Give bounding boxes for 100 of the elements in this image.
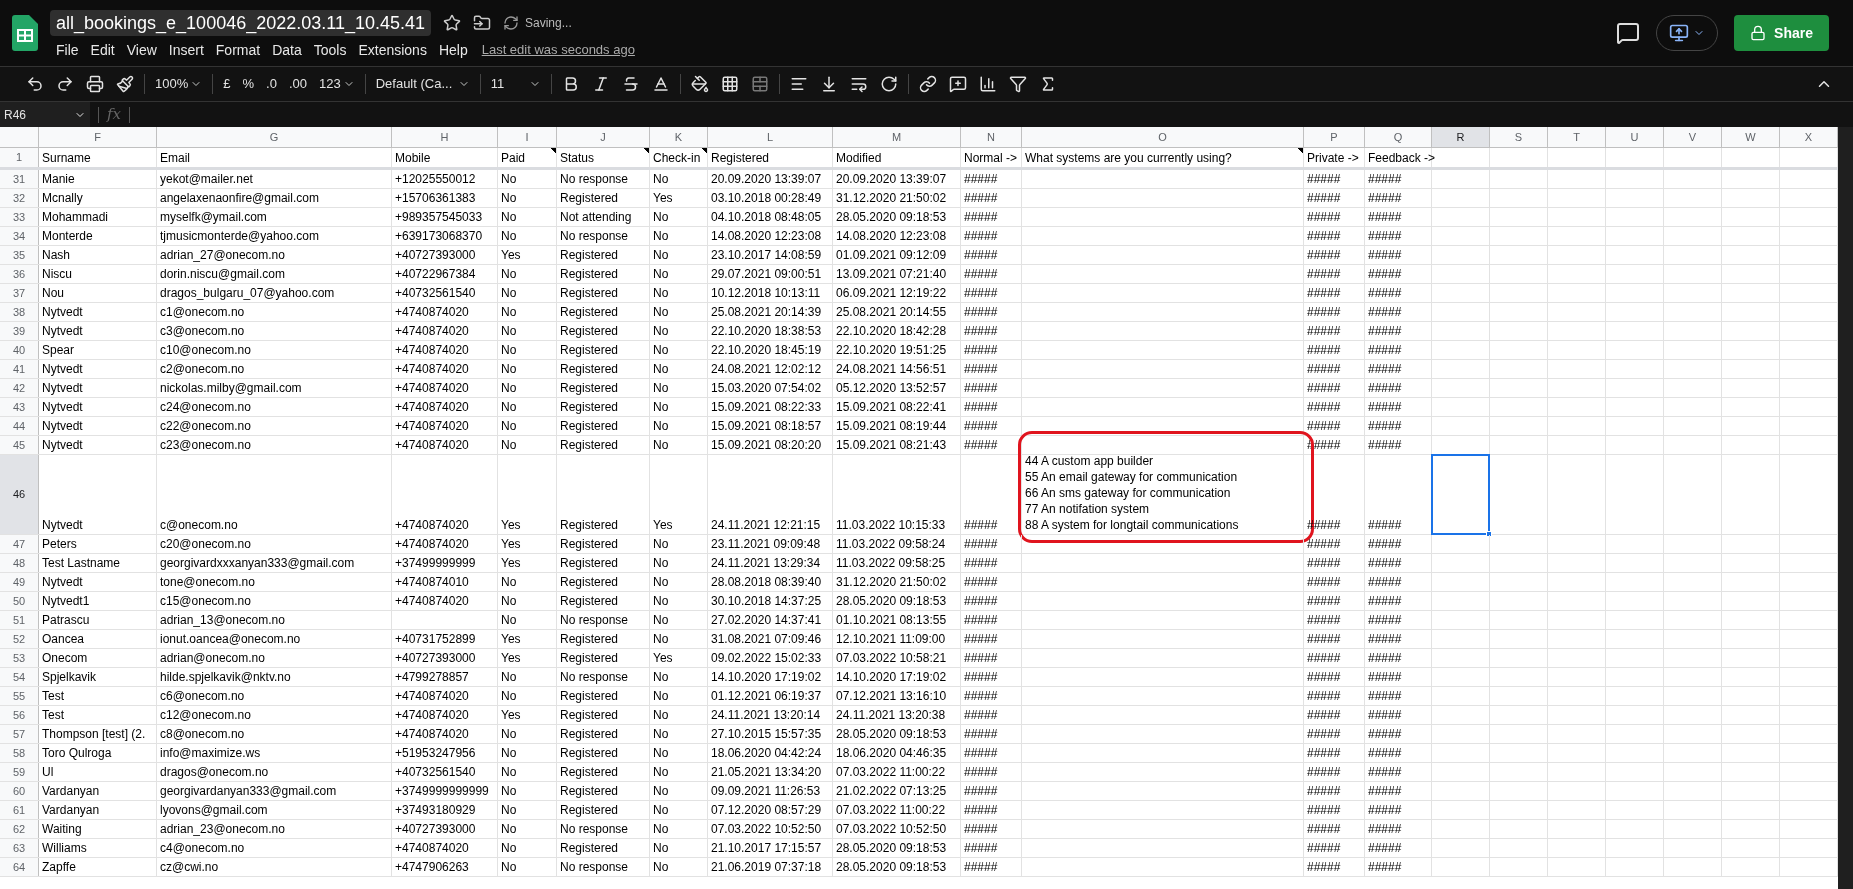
table-cell-text: +51953247956 [394, 745, 477, 762]
row-header[interactable]: 38 [0, 303, 39, 321]
link-icon[interactable] [918, 75, 937, 93]
currency-format-button[interactable]: £ [217, 70, 237, 98]
row-header[interactable]: 35 [0, 246, 39, 264]
row-header[interactable]: 49 [0, 573, 39, 591]
merge-cells-icon[interactable] [750, 75, 769, 93]
row-header[interactable]: 51 [0, 611, 39, 629]
row-header[interactable]: 62 [0, 820, 39, 838]
row-header[interactable]: 63 [0, 839, 39, 857]
row-header[interactable]: 41 [0, 360, 39, 378]
row-header[interactable]: 37 [0, 284, 39, 302]
star-icon[interactable] [443, 14, 461, 32]
strikethrough-icon[interactable] [621, 75, 640, 93]
print-icon[interactable] [86, 75, 104, 93]
comments-icon[interactable] [1616, 21, 1641, 45]
document-title[interactable]: all_bookings_e_100046_2022.03.11_10.45.41 [50, 10, 431, 36]
row-header[interactable]: 45 [0, 436, 39, 454]
scrollbar[interactable] [1838, 127, 1853, 889]
row-header[interactable]: 52 [0, 630, 39, 648]
row-header[interactable]: 42 [0, 379, 39, 397]
row-header[interactable]: 54 [0, 668, 39, 686]
row-header[interactable]: 60 [0, 782, 39, 800]
column-header[interactable]: R [1432, 127, 1490, 147]
table-cell-text: Nytvedt [41, 361, 84, 378]
font-size-dropdown[interactable]: 11 [484, 70, 547, 98]
paint-format-icon[interactable] [116, 75, 134, 93]
table-cell-text: No [652, 171, 670, 188]
font-dropdown[interactable]: Default (Ca... [369, 70, 476, 98]
last-edit-link[interactable]: Last edit was seconds ago [481, 40, 635, 60]
row-header[interactable]: 43 [0, 398, 39, 416]
filter-icon[interactable] [1008, 75, 1027, 93]
table-cell-text: 28.05.2020 09:18:53 [835, 840, 948, 857]
row-header[interactable]: 33 [0, 208, 39, 226]
table-cell-text: Registered [559, 399, 620, 416]
chart-icon[interactable] [978, 75, 997, 93]
table-cell-text: Yes [652, 517, 674, 534]
table-cell-text: 44 A custom app builder 55 An email gateway for communication 66 An sms gateway for communication 77 An notifation system 88 A system for longtail communications [1024, 453, 1240, 534]
row-header[interactable]: 55 [0, 687, 39, 705]
borders-icon[interactable] [720, 75, 739, 93]
row-header[interactable]: 57 [0, 725, 39, 743]
header-cell: Status [557, 148, 650, 167]
text-color-icon[interactable] [651, 75, 670, 93]
text-wrap-icon[interactable] [849, 75, 868, 93]
menu-item[interactable]: Insert [162, 40, 210, 60]
row-header[interactable]: 58 [0, 744, 39, 762]
row-header[interactable]: 59 [0, 763, 39, 781]
undo-icon[interactable] [26, 75, 44, 93]
row-header[interactable]: 39 [0, 322, 39, 340]
table-cell-text: Registered [559, 247, 620, 264]
table-cell-text: c22@onecom.no [159, 418, 252, 435]
menu-item[interactable]: File [50, 40, 85, 60]
row-header[interactable]: 32 [0, 189, 39, 207]
menu-item[interactable]: View [120, 40, 163, 60]
align-left-icon[interactable] [789, 75, 808, 93]
menu-item[interactable]: Tools [307, 40, 353, 60]
menu-item[interactable]: Edit [84, 40, 121, 60]
decrease-decimal-button[interactable]: .0 [260, 70, 283, 98]
table-cell-text: ##### [963, 612, 999, 629]
table-cell-text: ##### [1306, 418, 1342, 435]
row-header[interactable]: 64 [0, 858, 39, 876]
text-rotation-icon[interactable] [879, 75, 898, 93]
move-folder-icon[interactable] [473, 14, 491, 32]
menu-item[interactable]: Format [209, 40, 267, 60]
menu-item[interactable]: Help [432, 40, 474, 60]
table-cell-text: ##### [1367, 304, 1403, 321]
row-header[interactable]: 31 [0, 170, 39, 188]
row-header[interactable]: 53 [0, 649, 39, 667]
menu-item[interactable]: Data [266, 40, 308, 60]
spreadsheet-logo-icon[interactable] [12, 15, 38, 51]
zoom-dropdown[interactable]: 100% [149, 70, 209, 98]
redo-icon[interactable] [56, 75, 74, 93]
cell-selection[interactable] [1431, 454, 1490, 535]
table-cell-text: 15.09.2021 08:22:33 [710, 399, 823, 416]
row-header[interactable]: 36 [0, 265, 39, 283]
row-header[interactable]: 40 [0, 341, 39, 359]
row-header[interactable]: 47 [0, 535, 39, 553]
percent-format-button[interactable]: % [236, 70, 261, 98]
table-cell-text: Waiting [41, 821, 83, 838]
share-button[interactable]: Share [1734, 15, 1829, 51]
table-cell-text: 30.10.2018 14:37:25 [710, 593, 823, 610]
row-header[interactable]: 48 [0, 554, 39, 572]
table-cell-text: Nytvedt [41, 517, 84, 534]
add-comment-icon[interactable] [948, 75, 967, 93]
row-header[interactable]: 34 [0, 227, 39, 245]
table-cell-text: No [500, 209, 518, 226]
menu-item[interactable]: Extensions [352, 40, 433, 60]
increase-decimal-button[interactable]: .00 [282, 70, 313, 98]
table-cell-text: No [652, 380, 670, 397]
row-header[interactable]: 46 [0, 455, 39, 534]
row-header[interactable]: 61 [0, 801, 39, 819]
table-cell-text: 28.05.2020 09:18:53 [835, 209, 948, 226]
row-header[interactable]: 1 [0, 148, 39, 167]
fill-color-icon[interactable] [690, 75, 709, 93]
name-box[interactable]: R46 [0, 102, 90, 127]
row-header[interactable]: 56 [0, 706, 39, 724]
row-header[interactable]: 50 [0, 592, 39, 610]
row-header[interactable]: 44 [0, 417, 39, 435]
table-cell-text: Nytvedt [41, 304, 84, 321]
number-format-dropdown[interactable]: 123 [312, 70, 361, 98]
